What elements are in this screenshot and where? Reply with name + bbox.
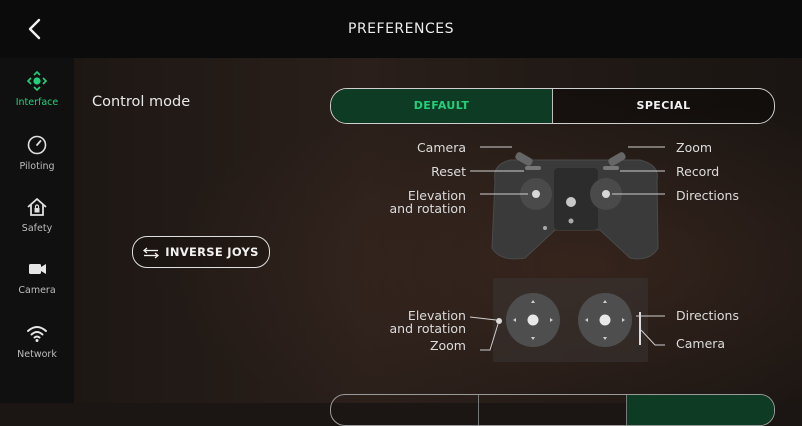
left-stick: [532, 190, 540, 198]
label-joy-directions: Directions: [676, 308, 739, 323]
label-camera: Camera: [416, 140, 466, 155]
bottom-option[interactable]: [479, 395, 627, 425]
label-joy-elevation-2: and rotation: [389, 321, 466, 336]
label-record: Record: [676, 164, 720, 179]
label-elevation-2: and rotation: [389, 201, 466, 216]
label-directions: Directions: [676, 188, 739, 203]
right-bumper: [603, 166, 619, 170]
right-joystick-center: [599, 314, 611, 326]
label-joy-camera: Camera: [676, 336, 726, 351]
label-zoom: Zoom: [676, 140, 713, 155]
left-joystick-center: [527, 314, 539, 326]
small-button: [568, 218, 574, 224]
label-joy-zoom: Zoom: [429, 338, 466, 353]
bottom-selector[interactable]: [330, 394, 775, 426]
center-button: [566, 197, 576, 207]
left-bumper: [525, 166, 541, 170]
bottom-option[interactable]: [331, 395, 479, 425]
right-stick: [602, 190, 610, 198]
small-button: [543, 226, 547, 230]
bottom-option-selected[interactable]: [627, 395, 774, 425]
label-reset: Reset: [431, 164, 466, 179]
